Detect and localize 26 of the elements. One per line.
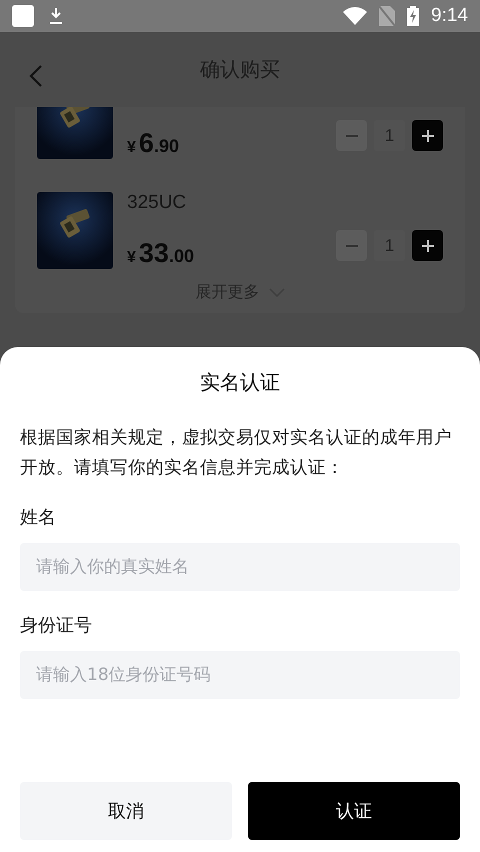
minus-icon [346,244,358,246]
dialog-message: 根据国家相关规定，虚拟交易仅对实名认证的成年用户开放。请填写你的实名信息并完成认证： [20,427,453,480]
field-label: 姓名 [20,506,57,529]
battery-charging-icon [407,6,420,26]
increase-button[interactable] [412,230,443,261]
plus-icon [422,240,434,252]
decrease-button[interactable] [336,230,367,261]
increase-button[interactable] [412,120,443,151]
dialog-title: 实名认证 [199,369,281,396]
wifi-icon [343,7,368,25]
confirm-button[interactable]: 认证 [248,782,460,840]
product-price: ¥33.00 [127,238,195,269]
status-time: 9:14 [431,5,468,27]
decrease-button[interactable] [336,120,367,151]
field-label: 身份证号 [20,614,93,637]
product-price: ¥6.90 [127,128,180,159]
download-icon [48,7,64,25]
no-sim-icon [379,6,396,26]
input-field[interactable]: 请输入18位身份证号码 [20,651,460,699]
plus-icon [422,130,434,142]
minus-icon [346,134,358,136]
notification-icon [12,5,34,27]
product-name: 325UC [127,192,188,214]
back-icon[interactable] [29,64,43,88]
input-field[interactable]: 请输入你的真实姓名 [20,543,460,591]
cancel-button[interactable]: 取消 [20,782,232,840]
